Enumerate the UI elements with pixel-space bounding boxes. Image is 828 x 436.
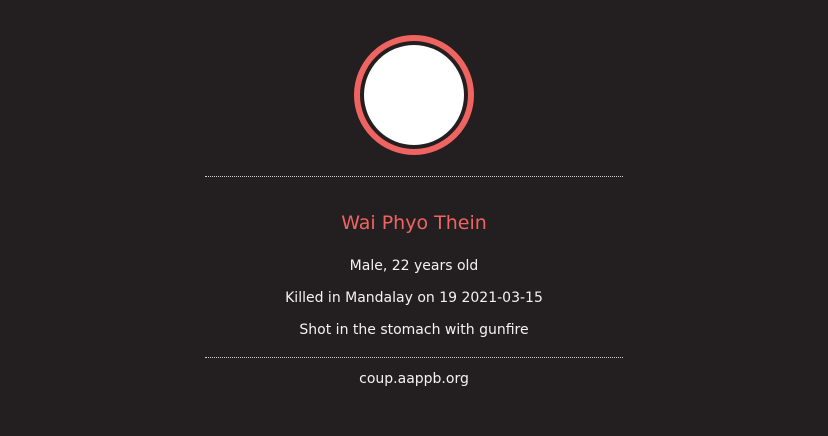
victim-portrait	[354, 35, 474, 155]
source-link[interactable]: coup.aappb.org	[0, 369, 828, 389]
victim-gender-age: Male, 22 years old	[349, 258, 479, 274]
bottom-divider	[205, 357, 623, 358]
portrait-placeholder	[364, 45, 464, 145]
victim-name: Wai Phyo Thein	[341, 212, 487, 234]
victim-killed-info: Killed in Mandalay on 19 2021-03-15	[285, 290, 543, 306]
top-divider	[205, 176, 623, 177]
victim-cause-of-death: Shot in the stomach with gunfire	[299, 322, 529, 338]
